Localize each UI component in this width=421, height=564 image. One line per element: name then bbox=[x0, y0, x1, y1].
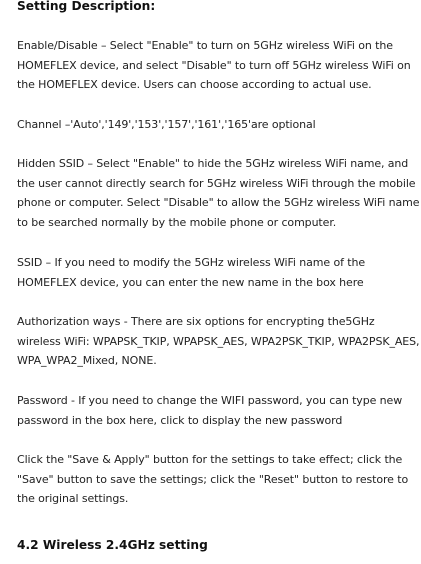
enable-disable-description: Enable/Disable – Select "Enable" to turn… bbox=[17, 36, 411, 95]
hidden-ssid-description: Hidden SSID – Select "Enable" to hide th… bbox=[17, 154, 420, 232]
paragraph-line: HOMEFLEX device, you can enter the new n… bbox=[17, 275, 364, 289]
paragraph-line: password in the box here, click to displ… bbox=[17, 413, 343, 427]
paragraph-line: Enable/Disable – Select "Enable" to turn… bbox=[17, 39, 393, 52]
paragraph-line: SSID – If you need to modify the 5GHz wi… bbox=[17, 256, 365, 269]
paragraph-line: wireless WiFi: WPAPSK_TKIP, WPAPSK_AES, … bbox=[17, 334, 420, 348]
wireless-24ghz-section-heading: 4.2 Wireless 2.4GHz setting bbox=[17, 538, 208, 552]
paragraph-line: phone or computer. Select "Disable" to a… bbox=[17, 196, 420, 209]
paragraph-line: Click the "Save & Apply" button for the … bbox=[17, 453, 403, 466]
paragraph-line: Channel –'Auto','149','153','157','161',… bbox=[17, 118, 316, 131]
paragraph-line: the user cannot directly search for 5GHz… bbox=[17, 176, 416, 190]
setting-description-heading: Setting Description: bbox=[17, 0, 156, 13]
authorization-ways-description: Authorization ways - There are six optio… bbox=[17, 312, 420, 371]
paragraph-line: Authorization ways - There are six optio… bbox=[17, 315, 375, 328]
save-apply-description: Click the "Save & Apply" button for the … bbox=[17, 450, 409, 509]
paragraph-line: to be searched normally by the mobile ph… bbox=[17, 215, 337, 229]
paragraph-line: the original settings. bbox=[17, 492, 129, 505]
ssid-description: SSID – If you need to modify the 5GHz wi… bbox=[17, 253, 409, 292]
paragraph-line: Password - If you need to change the WIF… bbox=[17, 394, 403, 407]
paragraph-line: HOMEFLEX device, and select "Disable" to… bbox=[17, 58, 411, 72]
channel-description: Channel –'Auto','149','153','157','161',… bbox=[17, 115, 409, 135]
paragraph-line: "Save" button to save the settings; clic… bbox=[17, 472, 409, 486]
paragraph-line: Hidden SSID – Select "Enable" to hide th… bbox=[17, 157, 409, 170]
paragraph-line: the HOMEFLEX device. Users can choose ac… bbox=[17, 78, 372, 91]
password-description: Password - If you need to change the WIF… bbox=[17, 391, 409, 430]
paragraph-line: WPA_WPA2_Mixed, NONE. bbox=[17, 354, 157, 367]
